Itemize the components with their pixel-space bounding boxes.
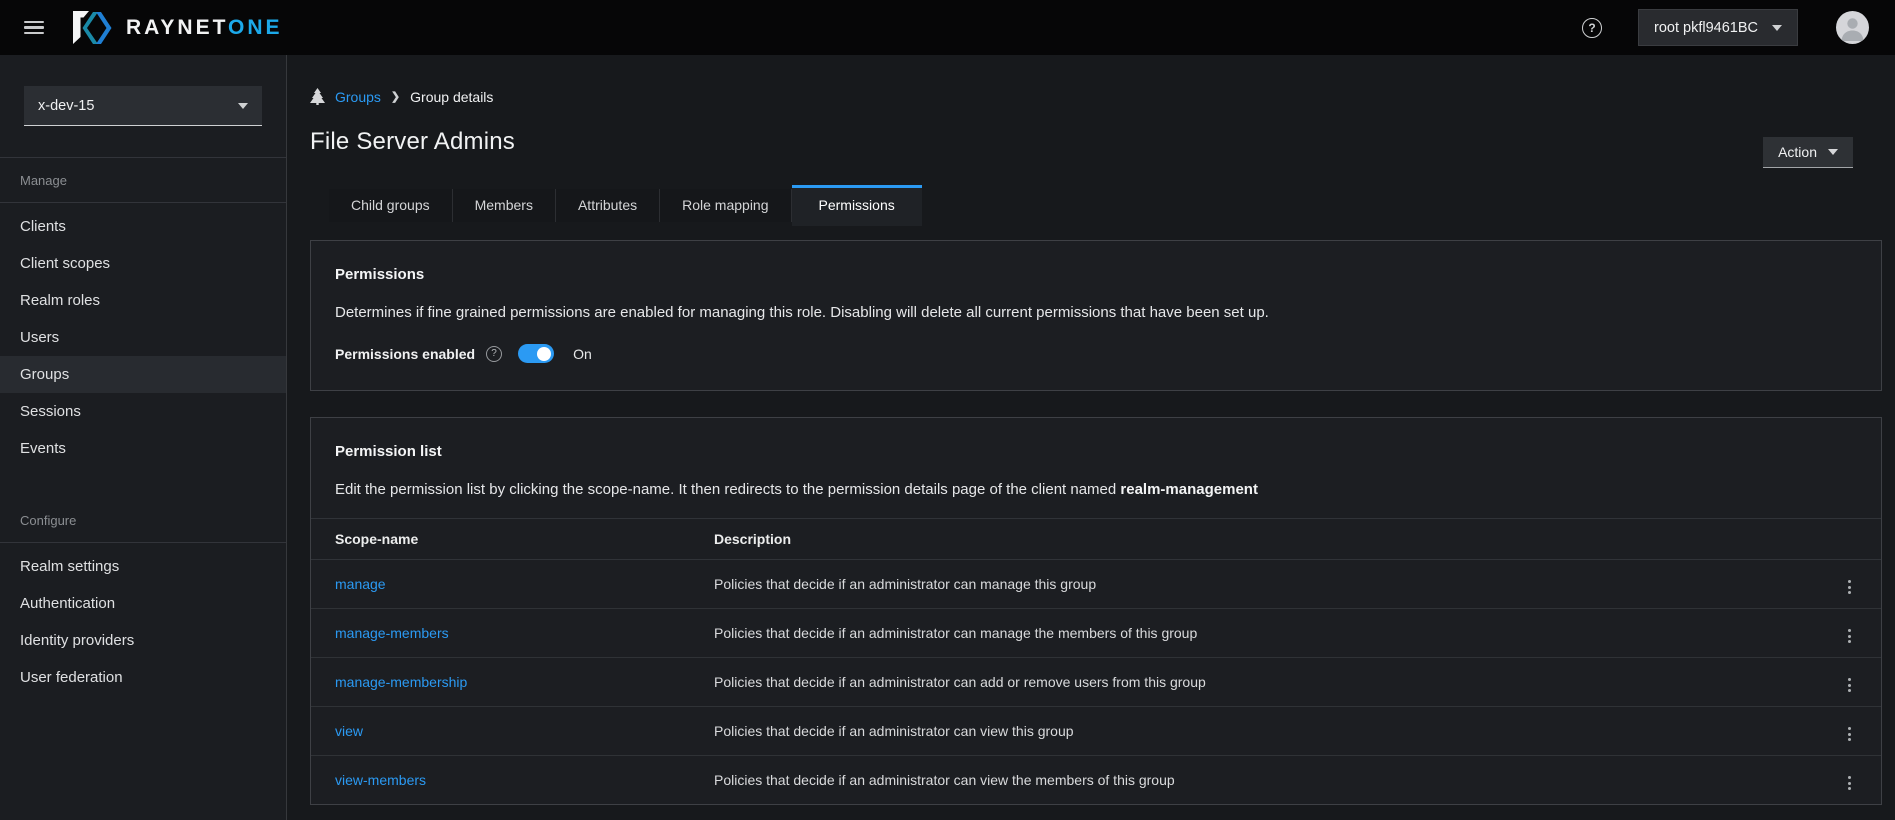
realm-selector-value: x-dev-15 (38, 98, 94, 114)
page-title: File Server Admins (310, 128, 1882, 156)
permissions-card: Permissions Determines if fine grained p… (310, 240, 1882, 391)
sidebar-item-realm-settings[interactable]: Realm settings (0, 548, 286, 585)
help-icon[interactable]: ? (1582, 18, 1602, 38)
sidebar-item-client-scopes[interactable]: Client scopes (0, 245, 286, 282)
scope-link-manage[interactable]: manage (335, 576, 386, 592)
scope-description: Policies that decide if an administrator… (690, 609, 1815, 658)
hamburger-menu-icon[interactable] (16, 10, 52, 46)
user-menu-dropdown[interactable]: root pkfl9461BC (1638, 9, 1798, 46)
sidebar-item-users[interactable]: Users (0, 319, 286, 356)
column-header-actions (1815, 519, 1881, 560)
main-content: Groups ❯ Group details File Server Admin… (287, 55, 1895, 820)
breadcrumb: Groups ❯ Group details (310, 88, 1882, 105)
chevron-down-icon (238, 103, 248, 109)
permission-table: Scope-name Description manage Policies t… (311, 518, 1881, 804)
scope-description: Policies that decide if an administrator… (690, 560, 1815, 609)
table-row: manage Policies that decide if an admini… (311, 560, 1881, 609)
permissions-card-title: Permissions (335, 266, 1857, 283)
sidebar-item-authentication[interactable]: Authentication (0, 585, 286, 622)
scope-description: Policies that decide if an administrator… (690, 756, 1815, 805)
realm-selector[interactable]: x-dev-15 (24, 86, 262, 126)
sidebar-item-sessions[interactable]: Sessions (0, 393, 286, 430)
permission-list-title: Permission list (335, 443, 1857, 460)
scope-link-view[interactable]: view (335, 723, 363, 739)
tab-members[interactable]: Members (453, 189, 556, 222)
permission-list-description: Edit the permission list by clicking the… (335, 479, 1857, 500)
kebab-menu-icon[interactable] (1842, 723, 1857, 745)
sidebar-item-identity-providers[interactable]: Identity providers (0, 622, 286, 659)
tab-child-groups[interactable]: Child groups (329, 189, 453, 222)
action-dropdown-button[interactable]: Action (1763, 137, 1853, 168)
tree-icon (310, 88, 325, 105)
table-row: manage-members Policies that decide if a… (311, 609, 1881, 658)
brand-name: RAYNETONE (126, 16, 283, 40)
scope-link-manage-membership[interactable]: manage-membership (335, 674, 467, 690)
permissions-card-description: Determines if fine grained permissions a… (335, 302, 1857, 323)
sidebar-item-realm-roles[interactable]: Realm roles (0, 282, 286, 319)
scope-description: Policies that decide if an administrator… (690, 658, 1815, 707)
scope-link-manage-members[interactable]: manage-members (335, 625, 449, 641)
sidebar-item-events[interactable]: Events (0, 430, 286, 467)
chevron-down-icon (1772, 25, 1782, 31)
brand-logo: RAYNETONE (72, 11, 283, 45)
chevron-down-icon (1828, 149, 1838, 155)
toggle-state-label: On (573, 346, 592, 362)
tab-permissions[interactable]: Permissions (792, 185, 922, 226)
sidebar-item-groups[interactable]: Groups (0, 356, 286, 393)
breadcrumb-link-groups[interactable]: Groups (335, 89, 381, 105)
user-avatar[interactable] (1836, 11, 1869, 44)
kebab-menu-icon[interactable] (1842, 674, 1857, 696)
table-row: view-members Policies that decide if an … (311, 756, 1881, 805)
scope-link-view-members[interactable]: view-members (335, 772, 426, 788)
permissions-enabled-label: Permissions enabled (335, 346, 475, 362)
app-header: RAYNETONE ? root pkfl9461BC (0, 0, 1895, 55)
column-header-scope-name: Scope-name (311, 519, 690, 560)
brand-logo-icon (72, 11, 116, 45)
permission-list-card: Permission list Edit the permission list… (310, 417, 1882, 805)
nav-section-configure: Configure (0, 498, 286, 542)
client-name-emphasis: realm-management (1120, 481, 1258, 498)
tab-bar: Child groups Members Attributes Role map… (329, 185, 1882, 224)
kebab-menu-icon[interactable] (1842, 772, 1857, 794)
kebab-menu-icon[interactable] (1842, 625, 1857, 647)
column-header-description: Description (690, 519, 1815, 560)
chevron-right-icon: ❯ (391, 90, 400, 103)
sidebar-item-clients[interactable]: Clients (0, 208, 286, 245)
tab-role-mapping[interactable]: Role mapping (660, 189, 791, 222)
scope-description: Policies that decide if an administrator… (690, 707, 1815, 756)
permissions-enabled-toggle[interactable] (518, 344, 554, 363)
nav-section-manage: Manage (0, 158, 286, 202)
breadcrumb-current: Group details (410, 89, 493, 105)
sidebar-item-user-federation[interactable]: User federation (0, 659, 286, 696)
table-row: view Policies that decide if an administ… (311, 707, 1881, 756)
kebab-menu-icon[interactable] (1842, 576, 1857, 598)
tab-attributes[interactable]: Attributes (556, 189, 660, 222)
user-menu-label: root pkfl9461BC (1654, 20, 1758, 36)
action-button-label: Action (1778, 144, 1817, 160)
help-icon[interactable]: ? (486, 346, 502, 362)
table-row: manage-membership Policies that decide i… (311, 658, 1881, 707)
table-header-row: Scope-name Description (311, 519, 1881, 560)
sidebar: x-dev-15 Manage Clients Client scopes Re… (0, 55, 287, 820)
